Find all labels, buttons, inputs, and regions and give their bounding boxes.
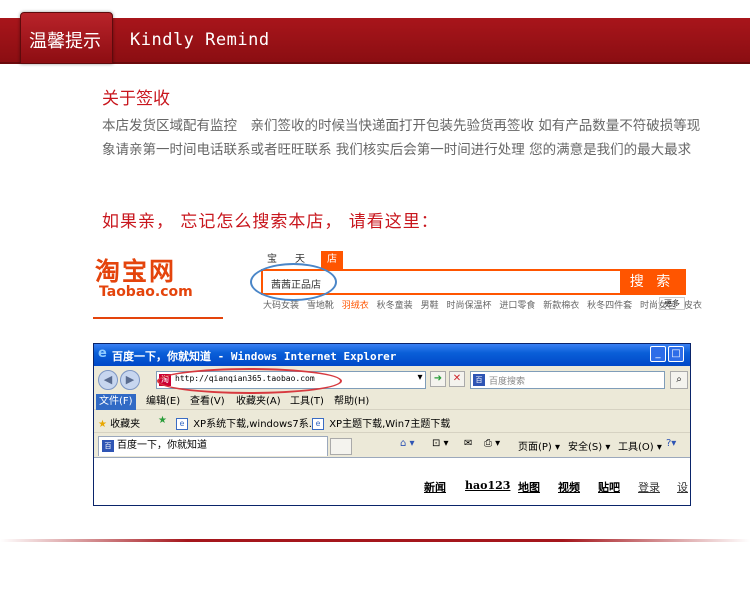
tools-menu[interactable]: 工具(O) ▾ <box>618 438 662 453</box>
menu-favorites[interactable]: 收藏夹(A) <box>236 394 281 410</box>
add-favorite-icon[interactable]: ★ <box>158 415 167 426</box>
header-title: Kindly Remind <box>130 30 270 50</box>
address-dropdown-icon[interactable]: ▾ <box>412 371 428 387</box>
address-highlight-oval <box>157 368 342 394</box>
fav-link-1-label: XP系统下载,windows7系... <box>193 419 319 430</box>
nav-link-video[interactable]: 视频 <box>558 479 580 495</box>
menu-file[interactable]: 文件(F) <box>96 394 136 410</box>
hot-word[interactable]: 大码女装 <box>263 301 299 311</box>
nav-link-hao123[interactable]: hao123 <box>465 479 510 492</box>
bottom-divider <box>0 539 750 542</box>
header-bar: 温馨提示 Kindly Remind <box>0 12 750 64</box>
hot-word[interactable]: 时尚保温杯 <box>446 301 491 311</box>
search-remind-text: 如果亲， 忘记怎么搜索本店， 请看这里： <box>102 212 439 232</box>
ie-search-box[interactable]: 百 百度搜索 <box>470 371 665 389</box>
favorites-button[interactable]: ★ 收藏夹 <box>98 415 140 430</box>
baidu-icon: 百 <box>473 374 485 386</box>
tab-bar: 百 百度一下，你就知道 ⌂ ▾ ⊡ ▾ ✉ ⎙ ▾ 页面(P) ▾ 安全(S) … <box>94 433 690 457</box>
hot-words: 大码女装 雪地靴 羽绒衣 秋冬童装 男鞋 时尚保温杯 进口零食 新款棉衣 秋冬四… <box>263 298 702 311</box>
ie-search-input[interactable]: 百度搜索 <box>489 374 525 387</box>
header-badge-text: 温馨提示 <box>29 31 101 52</box>
favorites-label: 收藏夹 <box>110 419 141 430</box>
highlight-oval <box>250 263 337 301</box>
section-body: 本店发货区域配有监控 亲们签收的时候当快递面打开包装先验货再签收 如有产品数量不… <box>102 118 701 158</box>
menu-help[interactable]: 帮助(H) <box>334 394 369 410</box>
ie-window: e 百度一下，你就知道 - Windows Internet Explorer … <box>93 343 691 506</box>
menu-view[interactable]: 查看(V) <box>190 394 225 410</box>
taobao-screenshot: 淘宝网 Taobao.com 宝贝 天猫 店铺 茜茜正品店 搜 索 大码女装 雪… <box>93 230 702 330</box>
menu-edit[interactable]: 编辑(E) <box>146 394 180 410</box>
logo-underline <box>93 317 223 319</box>
home-icon[interactable]: ⌂ ▾ <box>400 438 415 449</box>
taobao-logo-en[interactable]: Taobao.com <box>99 284 193 300</box>
page-icon: e <box>312 418 324 430</box>
nav-link-tieba[interactable]: 贴吧 <box>598 479 620 495</box>
fav-link-1[interactable]: e XP系统下载,windows7系... <box>176 415 318 430</box>
go-icon[interactable]: ➜ <box>430 371 446 387</box>
browser-tab-title: 百度一下，你就知道 <box>117 440 207 451</box>
hot-word[interactable]: 皮衣 <box>684 301 702 311</box>
hot-word[interactable]: 秋冬童装 <box>377 301 413 311</box>
header-badge: 温馨提示 <box>20 12 113 64</box>
print-icon[interactable]: ⎙ ▾ <box>484 438 500 449</box>
feeds-icon[interactable]: ⊡ ▾ <box>432 438 449 449</box>
tools-menu-label: 工具(O) <box>618 442 654 453</box>
browser-tab[interactable]: 百 百度一下，你就知道 <box>98 436 328 456</box>
forward-icon[interactable]: ▶ <box>120 370 140 390</box>
ie-window-title: 百度一下，你就知道 - Windows Internet Explorer <box>112 350 397 363</box>
nav-link-map[interactable]: 地图 <box>518 479 540 495</box>
back-icon[interactable]: ◀ <box>98 370 118 390</box>
page-content: 新闻 hao123 地图 视频 贴吧 登录 设 <box>94 457 690 505</box>
more-button[interactable]: 更多 <box>659 297 685 310</box>
tab-shop[interactable]: 店铺 <box>321 251 343 283</box>
fav-link-2[interactable]: e XP主题下载,Win7主题下载 <box>312 415 450 430</box>
page-menu[interactable]: 页面(P) ▾ <box>518 438 560 453</box>
menu-tools[interactable]: 工具(T) <box>290 394 324 410</box>
page-icon: e <box>176 418 188 430</box>
nav-link-news[interactable]: 新闻 <box>424 479 446 495</box>
baidu-tab-icon: 百 <box>102 440 114 452</box>
menu-bar: 文件(F) 编辑(E) 查看(V) 收藏夹(A) 工具(T) 帮助(H) <box>94 394 690 410</box>
stop-icon[interactable]: ✕ <box>449 371 465 387</box>
ie-titlebar: e 百度一下，你就知道 - Windows Internet Explorer … <box>94 344 690 366</box>
hot-word[interactable]: 进口零食 <box>499 301 535 311</box>
hot-word[interactable]: 新款棉衣 <box>543 301 579 311</box>
minimize-icon[interactable]: _ <box>650 346 666 362</box>
fav-link-2-label: XP主题下载,Win7主题下载 <box>329 419 451 430</box>
hot-word[interactable]: 秋冬四件套 <box>587 301 632 311</box>
section-title: 关于签收 <box>102 89 170 109</box>
page-menu-label: 页面(P) <box>518 442 552 453</box>
new-tab-button[interactable] <box>330 438 352 455</box>
safety-menu[interactable]: 安全(S) ▾ <box>568 438 610 453</box>
login-link[interactable]: 登录 <box>638 479 660 495</box>
hot-word[interactable]: 雪地靴 <box>307 301 334 311</box>
help-icon[interactable]: ?▾ <box>666 438 676 449</box>
hot-word[interactable]: 男鞋 <box>421 301 439 311</box>
taobao-logo[interactable]: 淘宝网 <box>95 252 176 288</box>
ie-logo-icon: e <box>98 346 107 361</box>
search-icon[interactable]: ⌕ <box>670 371 688 389</box>
favorites-bar: ★ 收藏夹 ★ e XP系统下载,windows7系... e XP主题下载,W… <box>94 411 690 433</box>
maximize-icon[interactable]: □ <box>668 346 684 362</box>
taobao-search-button[interactable]: 搜 索 <box>620 271 684 293</box>
hot-word[interactable]: 羽绒衣 <box>342 301 369 311</box>
star-icon: ★ <box>98 419 107 430</box>
mail-icon[interactable]: ✉ <box>464 438 472 449</box>
safety-menu-label: 安全(S) <box>568 442 603 453</box>
settings-link[interactable]: 设 <box>677 479 688 495</box>
